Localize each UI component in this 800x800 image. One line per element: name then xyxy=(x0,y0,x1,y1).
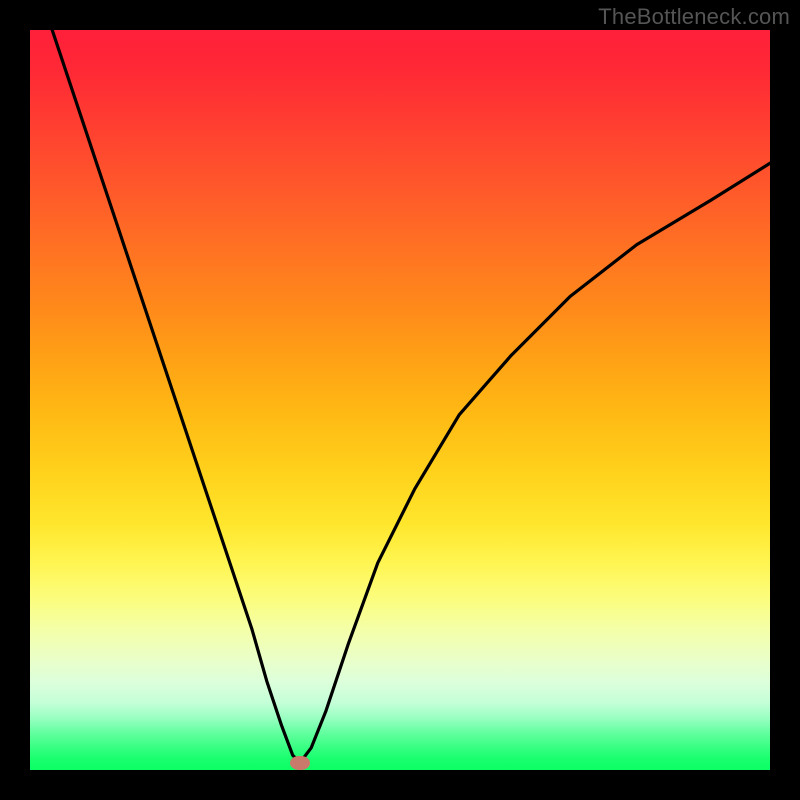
chart-frame: TheBottleneck.com xyxy=(0,0,800,800)
curve-svg xyxy=(30,30,770,770)
plot-area xyxy=(30,30,770,770)
watermark-text: TheBottleneck.com xyxy=(598,4,790,30)
optimum-marker xyxy=(290,756,310,770)
bottleneck-curve xyxy=(52,30,770,763)
